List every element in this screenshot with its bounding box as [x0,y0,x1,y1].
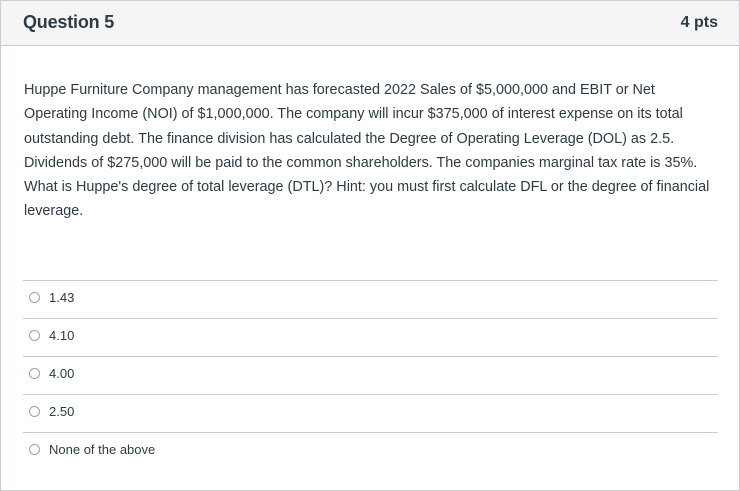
answer-label[interactable]: 4.00 [49,366,74,381]
answer-option-4[interactable]: 2.50 [23,394,718,432]
answer-label[interactable]: 1.43 [49,290,74,305]
answer-option-1[interactable]: 1.43 [23,280,718,318]
answer-label[interactable]: None of the above [49,442,155,457]
answer-option-5[interactable]: None of the above [23,432,718,470]
radio-button[interactable] [29,330,40,341]
question-text: Huppe Furniture Company management has f… [24,82,710,220]
radio-button[interactable] [29,406,40,417]
question-title: Question 5 [23,12,115,32]
question-card: Question 5 4 pts Huppe Furniture Company… [0,0,740,491]
question-header: Question 5 4 pts [1,1,739,46]
radio-button[interactable] [29,292,40,303]
answer-option-2[interactable]: 4.10 [23,318,718,356]
answer-option-3[interactable]: 4.00 [23,356,718,394]
answer-label[interactable]: 4.10 [49,328,74,343]
question-points: 4 pts [680,14,718,31]
radio-button[interactable] [29,444,40,455]
answer-list: 1.43 4.10 4.00 2.50 None of the above [23,280,718,470]
answer-label[interactable]: 2.50 [49,404,74,419]
radio-button[interactable] [29,368,40,379]
